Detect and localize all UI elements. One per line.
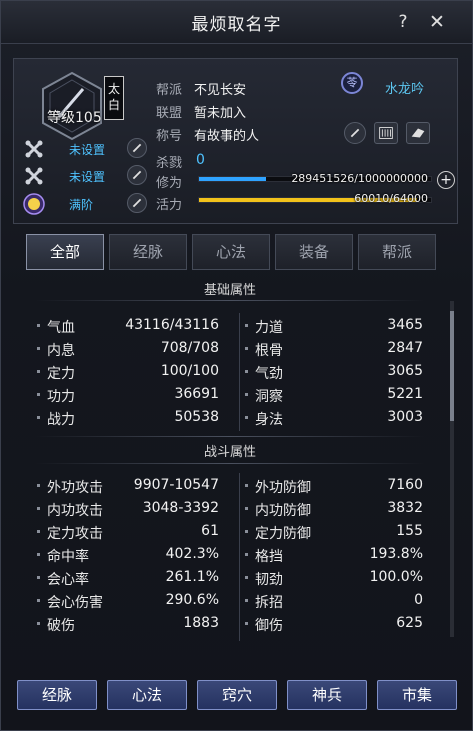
help-button[interactable]: ? xyxy=(391,10,415,34)
stat-row: 韧劲 100.0% xyxy=(245,567,423,589)
combat-attributes-header: 战斗属性 xyxy=(203,445,256,460)
market-button[interactable]: 市集 xyxy=(377,680,457,710)
alliance-label: 联盟 xyxy=(156,106,183,121)
stat-row: 会心率 261.1% xyxy=(37,567,219,589)
meridian-button[interactable]: 经脉 xyxy=(17,680,97,710)
tab-meridian[interactable]: 经脉 xyxy=(109,234,187,270)
class-emblem-icon xyxy=(42,71,102,141)
max-badge-icon xyxy=(23,193,45,215)
stat-row: 根骨 2847 xyxy=(245,338,423,360)
kill-value: 0 xyxy=(196,152,205,168)
edit-icon[interactable] xyxy=(127,138,147,158)
column-divider xyxy=(239,473,240,641)
stat-row: 内功防御 3832 xyxy=(245,498,423,520)
faction-icon: 苓 xyxy=(341,72,363,94)
stat-row: 功力 36691 xyxy=(37,384,219,406)
stat-row: 身法 3003 xyxy=(245,407,423,429)
stat-row: 会心伤害 290.6% xyxy=(37,590,219,612)
divine-weapon-button[interactable]: 神兵 xyxy=(287,680,367,710)
stat-row: 定力攻击 61 xyxy=(37,521,219,543)
stat-row: 气劲 3065 xyxy=(245,361,423,383)
tab-mind-method[interactable]: 心法 xyxy=(192,234,270,270)
share-icon[interactable] xyxy=(406,122,430,144)
cultivation-bar-fill xyxy=(199,177,267,181)
scrollbar-thumb[interactable] xyxy=(450,311,454,421)
stats-panel[interactable]: 基础属性 气血 43116/43116 内息 708/708 定力 100/100 功… xyxy=(25,283,455,645)
stat-row: 内息 708/708 xyxy=(37,338,219,360)
stat-row: 战力 50538 xyxy=(37,407,219,429)
stat-row: 内功攻击 3048-3392 xyxy=(37,498,219,520)
divider xyxy=(35,463,425,464)
slot-label: 满阶 xyxy=(69,198,94,212)
school-tag: 太白 xyxy=(104,76,124,120)
barcode-icon[interactable] xyxy=(374,122,398,144)
title-label: 称号 xyxy=(156,129,183,144)
tab-equipment[interactable]: 装备 xyxy=(275,234,353,270)
vitality-text: 60010/64000 xyxy=(354,192,428,205)
stat-row: 定力 100/100 xyxy=(37,361,219,383)
bone-icon xyxy=(25,167,43,185)
stat-row: 外功攻击 9907-10547 xyxy=(37,475,219,497)
basic-attributes-header: 基础属性 xyxy=(203,283,256,298)
slot-label: 未设置 xyxy=(69,170,106,184)
cultivation-label: 修为 xyxy=(156,176,183,191)
alliance-value: 暂未加入 xyxy=(194,106,247,121)
stat-row: 命中率 402.3% xyxy=(37,544,219,566)
gang-label: 帮派 xyxy=(156,83,183,98)
stat-row: 拆招 0 xyxy=(245,590,423,612)
slot-row-3[interactable]: 满阶 xyxy=(23,193,151,215)
close-button[interactable]: ✕ xyxy=(425,10,449,34)
stat-row: 御伤 625 xyxy=(245,613,423,635)
add-cultivation-button[interactable]: + xyxy=(437,171,455,189)
gang-value[interactable]: 不见长安 xyxy=(194,79,246,98)
stat-row: 洞察 5221 xyxy=(245,384,423,406)
stat-row: 破伤 1883 xyxy=(37,613,219,635)
tab-all[interactable]: 全部 xyxy=(26,234,104,270)
edit-icon[interactable] xyxy=(127,165,147,185)
cultivation-text: 289451526/1000000000 xyxy=(291,172,428,185)
edit-icon[interactable] xyxy=(127,193,147,213)
slot-label: 未设置 xyxy=(69,143,106,157)
slot-row-1[interactable]: 未设置 xyxy=(23,138,151,160)
title-bar[interactable]: 最烦取名字 ? ✕ xyxy=(1,1,472,44)
level-label: 等级105 xyxy=(47,110,102,126)
divider xyxy=(35,300,425,301)
slot-row-2[interactable]: 未设置 xyxy=(23,165,151,187)
bone-icon xyxy=(25,140,43,158)
stat-row: 气血 43116/43116 xyxy=(37,315,219,337)
tab-gang[interactable]: 帮派 xyxy=(358,234,436,270)
divider xyxy=(35,436,425,437)
character-info-window: 最烦取名字 ? ✕ 等级105 太白 未设置 未设置 满阶 帮派 不见长安 联盟… xyxy=(0,0,473,731)
stat-row: 力道 3465 xyxy=(245,315,423,337)
vitality-label: 活力 xyxy=(156,198,183,213)
stat-row: 外功防御 7160 xyxy=(245,475,423,497)
faction-name: 水龙吟 xyxy=(385,82,425,97)
mind-method-button[interactable]: 心法 xyxy=(107,680,187,710)
stat-row: 格挡 193.8% xyxy=(245,544,423,566)
title-value: 有故事的人 xyxy=(194,129,260,144)
column-divider xyxy=(239,313,240,431)
stat-row: 定力防御 155 xyxy=(245,521,423,543)
edit-title-icon[interactable] xyxy=(344,122,366,144)
acupoint-button[interactable]: 窍穴 xyxy=(197,680,277,710)
kill-label: 杀戮 xyxy=(156,156,183,171)
